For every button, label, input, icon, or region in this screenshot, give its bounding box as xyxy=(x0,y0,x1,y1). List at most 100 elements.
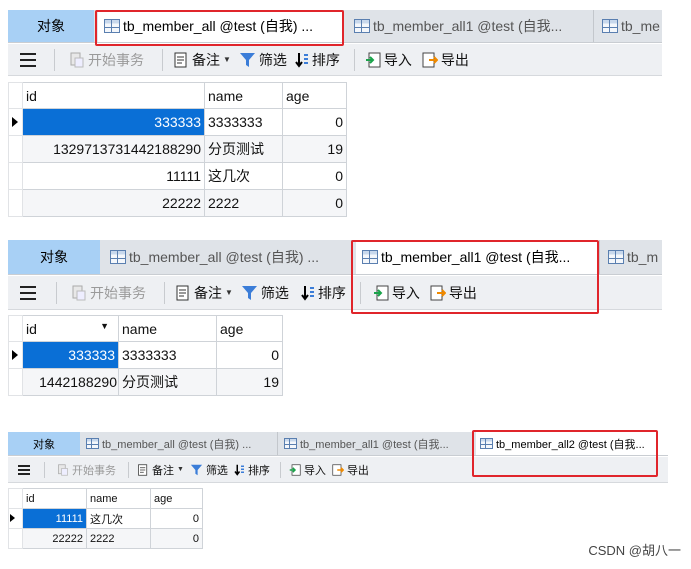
cell-age[interactable]: 19 xyxy=(282,135,347,163)
column-header-name[interactable]: name xyxy=(204,82,283,109)
menu-icon xyxy=(18,464,30,475)
sort-icon xyxy=(295,52,308,68)
table-row[interactable]: 1442188290 分页测试 19 xyxy=(8,368,283,396)
column-header-age[interactable]: age xyxy=(216,315,283,342)
export-icon xyxy=(332,463,344,476)
note-button[interactable]: 备注 ▼ xyxy=(137,462,184,478)
filter-icon xyxy=(239,52,255,67)
menu-icon xyxy=(20,285,36,300)
highlight-box xyxy=(351,240,599,314)
tab-tb-member-all[interactable]: tb_member_all @test (自我) ... xyxy=(82,432,278,455)
cell-age[interactable]: 0 xyxy=(282,189,347,217)
import-button[interactable]: 导入 xyxy=(365,50,412,70)
row-header-cell xyxy=(8,368,23,396)
data-grid[interactable]: id ▼ name age 333333 3333333 0 1442188290… xyxy=(8,315,283,396)
cell-age[interactable]: 19 xyxy=(216,368,283,396)
cell-id[interactable]: 11111 xyxy=(22,508,87,529)
cell-name[interactable]: 这几次 xyxy=(204,162,283,190)
cell-id[interactable]: 1329713731442188290 xyxy=(22,135,205,163)
cell-age[interactable]: 0 xyxy=(282,162,347,190)
cell-age[interactable]: 0 xyxy=(150,528,203,549)
export-button[interactable]: 导出 xyxy=(332,462,369,478)
column-header-age[interactable]: age xyxy=(282,82,347,109)
cell-name[interactable]: 2222 xyxy=(204,189,283,217)
sort-descending-icon: ▼ xyxy=(100,320,109,331)
column-header-name[interactable]: name xyxy=(86,488,151,509)
table-row[interactable]: 1329713731442188290 分页测试 19 xyxy=(8,135,347,163)
tab-tb-member-all2[interactable]: tb_me xyxy=(598,10,662,42)
note-icon xyxy=(176,285,189,300)
note-button[interactable]: 备注 ▼ xyxy=(173,50,231,70)
sort-button[interactable]: 排序 xyxy=(301,283,346,303)
menu-button[interactable] xyxy=(20,285,36,300)
cell-id[interactable]: 1442188290 xyxy=(22,368,119,396)
data-grid[interactable]: id name age 333333 3333333 0 13297137314… xyxy=(8,82,347,217)
table-icon xyxy=(284,438,297,449)
filter-button[interactable]: 筛选 xyxy=(241,283,289,303)
export-button[interactable]: 导出 xyxy=(422,50,469,70)
cell-id[interactable]: 11111 xyxy=(22,162,205,190)
column-header-name[interactable]: name xyxy=(118,315,217,342)
table-row[interactable]: 333333 3333333 0 xyxy=(8,108,347,136)
dropdown-caret-icon: ▼ xyxy=(177,466,184,473)
sort-icon xyxy=(234,464,244,476)
filter-button[interactable]: 筛选 xyxy=(239,50,287,70)
tab-tb-member-all1[interactable]: tb_member_all1 @test (自我... xyxy=(280,432,474,455)
tab-tb-member-all2[interactable]: tb_m xyxy=(604,240,662,274)
toolbar-divider xyxy=(128,461,129,478)
filter-icon xyxy=(241,285,257,300)
filter-button[interactable]: 筛选 xyxy=(190,462,228,478)
note-button[interactable]: 备注 ▼ xyxy=(175,283,233,303)
data-grid[interactable]: id name age 11111 这几次 0 22222 2222 0 xyxy=(8,488,203,549)
sort-button[interactable]: 排序 xyxy=(234,462,270,478)
cell-age[interactable]: 0 xyxy=(216,341,283,369)
table-row[interactable]: 22222 2222 0 xyxy=(8,528,203,549)
dropdown-caret-icon: ▼ xyxy=(225,288,233,297)
cell-name[interactable]: 3333333 xyxy=(204,108,283,136)
table-row[interactable]: 11111 这几次 0 xyxy=(8,162,347,190)
toolbar: 开始事务 备注 ▼ 筛选 排序 导入 导出 xyxy=(8,44,662,76)
row-pointer-icon xyxy=(8,108,23,136)
table-row[interactable]: 333333 3333333 0 xyxy=(8,341,283,369)
table-row[interactable]: 11111 这几次 0 xyxy=(8,508,203,529)
cell-id[interactable]: 22222 xyxy=(22,189,205,217)
cell-id[interactable]: 22222 xyxy=(22,528,87,549)
import-icon xyxy=(365,52,381,67)
cell-id[interactable]: 333333 xyxy=(22,108,205,136)
tab-tb-member-all1[interactable]: tb_member_all1 @test (自我... xyxy=(348,10,594,42)
cell-name[interactable]: 分页测试 xyxy=(204,135,283,163)
tab-objects[interactable]: 对象 xyxy=(8,432,80,455)
cell-name[interactable]: 分页测试 xyxy=(118,368,217,396)
cell-age[interactable]: 0 xyxy=(282,108,347,136)
begin-transaction-button[interactable]: 开始事务 xyxy=(71,283,146,303)
toolbar-divider xyxy=(353,48,355,71)
table-icon xyxy=(110,250,126,264)
row-header-cell xyxy=(8,82,23,109)
tab-tb-member-all[interactable]: tb_member_all @test (自我) ... xyxy=(104,240,352,274)
toolbar-divider xyxy=(44,461,45,478)
import-button[interactable]: 导入 xyxy=(289,462,326,478)
cell-id[interactable]: 333333 xyxy=(22,341,119,369)
table-row[interactable]: 22222 2222 0 xyxy=(8,189,347,217)
begin-transaction-button[interactable]: 开始事务 xyxy=(69,50,144,70)
tab-objects[interactable]: 对象 xyxy=(8,10,94,42)
tab-objects[interactable]: 对象 xyxy=(8,240,100,274)
cell-name[interactable]: 3333333 xyxy=(118,341,217,369)
table-icon xyxy=(608,250,624,264)
cell-name[interactable]: 2222 xyxy=(86,528,151,549)
menu-button[interactable] xyxy=(20,52,36,67)
column-header-id[interactable]: id xyxy=(22,82,205,109)
highlight-box xyxy=(95,10,344,46)
column-header-id[interactable]: id ▼ xyxy=(22,315,119,342)
cell-name[interactable]: 这几次 xyxy=(86,508,151,529)
sort-button[interactable]: 排序 xyxy=(295,50,340,70)
menu-button[interactable] xyxy=(18,464,30,475)
menu-icon xyxy=(20,52,36,67)
column-header-age[interactable]: age xyxy=(150,488,203,509)
dropdown-caret-icon: ▼ xyxy=(223,55,231,64)
begin-transaction-button[interactable]: 开始事务 xyxy=(57,462,116,478)
transaction-icon xyxy=(72,285,86,300)
transaction-icon xyxy=(70,52,84,67)
cell-age[interactable]: 0 xyxy=(150,508,203,529)
column-header-id[interactable]: id xyxy=(22,488,87,509)
